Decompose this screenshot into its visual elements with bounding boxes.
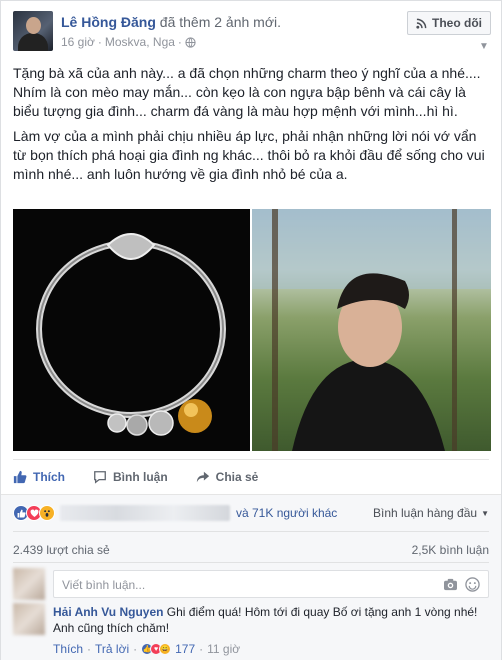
meta-dot: · [199, 642, 204, 656]
camera-icon[interactable] [443, 578, 458, 591]
follow-button[interactable]: Theo dõi [407, 11, 491, 35]
post-card: Lê Hồng Đăng đã thêm 2 ảnh mới. 16 giờ ·… [0, 0, 502, 660]
comment-icon [94, 471, 106, 484]
post-header: Lê Hồng Đăng đã thêm 2 ảnh mới. 16 giờ ·… [13, 11, 491, 53]
top-comments-label: Bình luận hàng đầu [372, 506, 478, 520]
commenter-avatar[interactable] [13, 603, 45, 635]
post-action-text: đã thêm 2 ảnh mới. [159, 14, 282, 30]
comment-reply-link[interactable]: Trả lời [95, 642, 129, 656]
comment-like-link[interactable]: Thích [53, 642, 83, 656]
post-body: Tặng bà xã của anh này... a đã chọn nhữn… [13, 64, 491, 190]
emoji-icon[interactable] [465, 577, 480, 592]
post-location[interactable]: Moskva, Nga [105, 35, 175, 49]
comment-input[interactable]: Viết bình luận... [53, 570, 489, 598]
post-paragraph: Tặng bà xã của anh này... a đã chọn nhữn… [13, 65, 481, 119]
meta-separator: · [97, 35, 102, 49]
feedback-section: và 71K người khác Bình luận hàng đầu ▼ 2… [1, 494, 501, 660]
comment-placeholder: Viết bình luận... [62, 578, 146, 592]
follow-label: Theo dõi [432, 16, 482, 30]
top-comments-dropdown[interactable]: Bình luận hàng đầu ▼ [373, 506, 489, 520]
actions-divider [13, 459, 489, 460]
author-name[interactable]: Lê Hồng Đăng [61, 14, 156, 30]
share-icon [196, 471, 209, 483]
comment-count[interactable]: 2,5K bình luận [412, 543, 489, 557]
post-paragraph: Làm vợ của a mình phải chịu nhiều áp lực… [13, 128, 485, 182]
reactions-divider [13, 531, 489, 532]
comment-meta: Thích · Trả lời · 👍 ♥ 😄 177 · 11 giờ [53, 642, 240, 656]
portrait-photo[interactable] [252, 209, 491, 451]
meta-separator: · [177, 35, 182, 49]
comment-time[interactable]: 11 giờ [207, 642, 240, 656]
comment-label: Bình luận [113, 470, 168, 484]
reactions-summary[interactable]: và 71K người khác [13, 505, 337, 521]
haha-reaction-icon: 😄 [159, 643, 172, 655]
wow-reaction-icon [39, 505, 55, 521]
comment-author[interactable]: Hải Anh Vu Nguyen [53, 605, 163, 619]
like-label: Thích [33, 470, 65, 484]
meta-dot: · [133, 642, 138, 656]
post-time[interactable]: 16 giờ [61, 35, 95, 49]
share-label: Chia sẻ [215, 470, 259, 484]
bracelet-photo[interactable] [13, 209, 250, 451]
comment-button[interactable]: Bình luận [93, 470, 168, 484]
blurred-reactor-names [60, 505, 230, 521]
stats-divider [13, 562, 489, 563]
share-count[interactable]: 2.439 lượt chia sẻ [13, 543, 110, 557]
reaction-others[interactable]: và 71K người khác [236, 506, 337, 520]
globe-icon[interactable] [185, 36, 196, 48]
bracelet-illustration [36, 233, 226, 436]
comment-reaction-count[interactable]: 177 [175, 642, 195, 656]
post-actions: Thích Bình luận Chia sẻ [13, 461, 258, 493]
top-comment: Hải Anh Vu Nguyen Ghi điểm quá! Hôm tới … [53, 604, 489, 636]
author-avatar[interactable] [13, 11, 53, 51]
meta-dot: · [87, 642, 92, 656]
author-line: Lê Hồng Đăng đã thêm 2 ảnh mới. [61, 14, 281, 30]
portrait-illustration [252, 209, 491, 451]
viewer-avatar [13, 568, 45, 600]
chevron-down-icon: ▼ [481, 508, 489, 518]
post-stats: 2.439 lượt chia sẻ 2,5K bình luận [13, 543, 489, 557]
post-options-chevron-down-icon[interactable]: ▼ [477, 41, 491, 52]
post-meta: 16 giờ · Moskva, Nga · [61, 35, 196, 49]
thumbs-up-icon [13, 470, 27, 484]
post-photos [13, 209, 491, 451]
comment-reactions[interactable]: 👍 ♥ 😄 [141, 643, 172, 655]
rss-icon [416, 18, 427, 29]
share-button[interactable]: Chia sẻ [196, 470, 259, 484]
like-button[interactable]: Thích [13, 470, 65, 484]
